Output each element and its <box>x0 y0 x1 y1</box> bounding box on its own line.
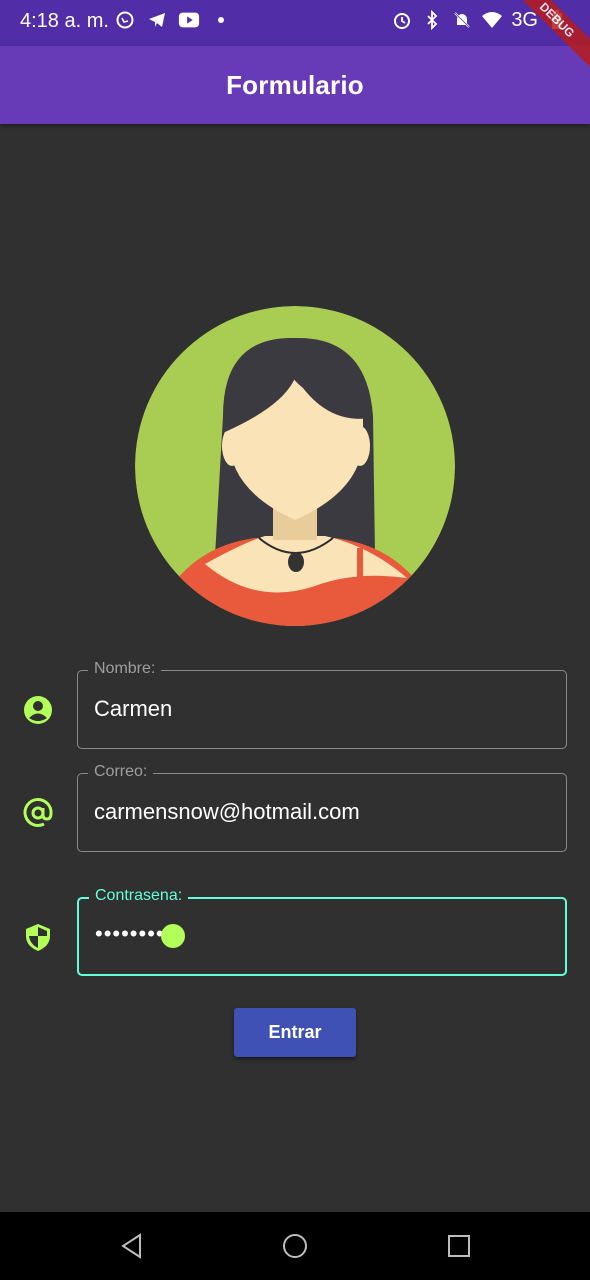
page-title: Formulario <box>226 69 364 100</box>
alarm-icon <box>391 9 413 31</box>
status-bar: 4:18 a. m. 3G <box>0 0 590 46</box>
name-field[interactable]: Nombre: Carmen <box>77 660 567 749</box>
status-time: 4:18 a. m. <box>20 10 109 32</box>
name-label: Nombre: <box>88 660 162 678</box>
email-input-value: carmensnow@hotmail.com <box>94 799 360 824</box>
navigation-bar <box>0 1212 590 1280</box>
security-shield-icon <box>22 921 54 953</box>
account-circle-icon <box>22 694 54 726</box>
email-field-row: Correo: carmensnow@hotmail.com <box>0 763 590 855</box>
password-field-row: Contrasena: ••••••••• <box>0 887 590 979</box>
password-field[interactable]: Contrasena: ••••••••• <box>77 887 567 976</box>
dot-icon <box>210 9 232 31</box>
notifications-off-icon <box>451 9 473 31</box>
home-icon[interactable] <box>281 1232 309 1260</box>
email-label: Correo: <box>88 763 154 781</box>
back-icon[interactable] <box>118 1232 146 1260</box>
recents-icon[interactable] <box>445 1232 473 1260</box>
text-cursor-handle[interactable] <box>161 924 185 948</box>
youtube-icon <box>178 9 200 31</box>
telegram-icon <box>146 9 168 31</box>
bluetooth-icon <box>421 9 443 31</box>
app-bar: Formulario <box>0 46 590 124</box>
at-sign-icon <box>22 797 54 829</box>
submit-button[interactable]: Entrar <box>234 1008 356 1057</box>
status-left-icons <box>114 9 232 31</box>
wifi-icon <box>481 9 503 31</box>
name-field-row: Nombre: Carmen <box>0 660 590 752</box>
name-input-value: Carmen <box>94 696 173 721</box>
whatsapp-icon <box>114 9 136 31</box>
password-label: Contrasena: <box>89 887 189 905</box>
email-field[interactable]: Correo: carmensnow@hotmail.com <box>77 763 567 852</box>
avatar <box>135 306 455 626</box>
